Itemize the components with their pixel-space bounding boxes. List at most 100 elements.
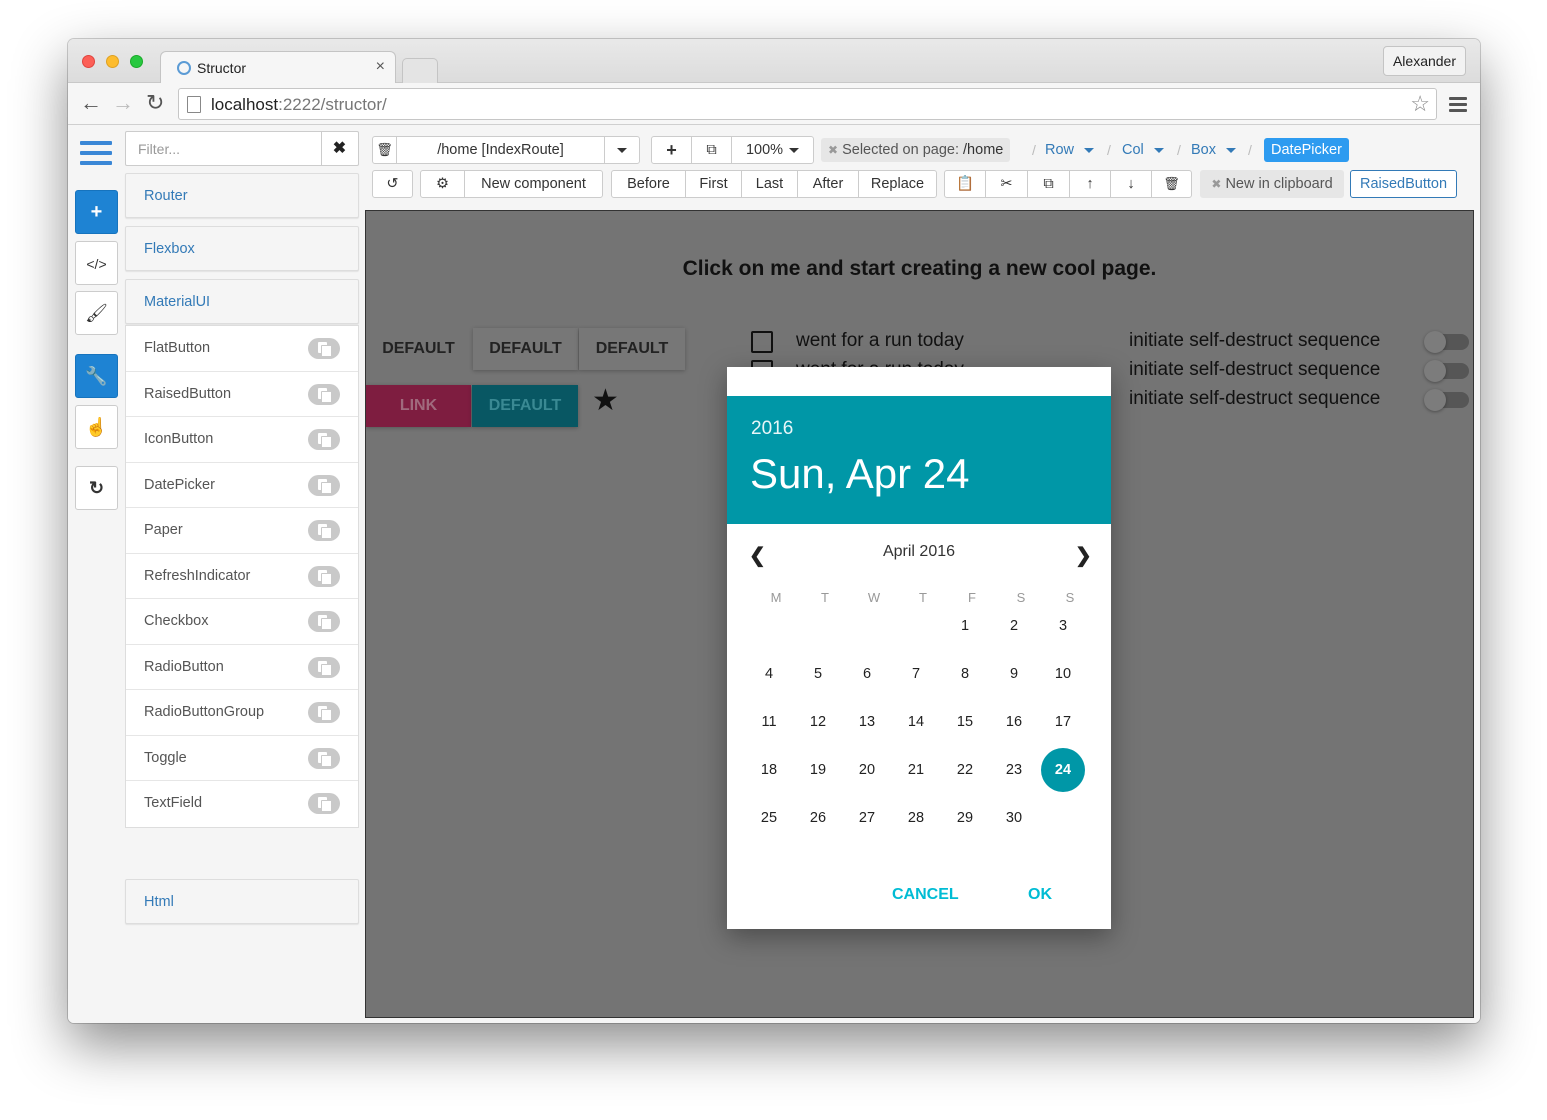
flat-button-default[interactable]: DEFAULT [366, 328, 471, 370]
copy-icon[interactable] [308, 383, 340, 405]
day-cell[interactable]: 12 [796, 700, 840, 744]
day-cell[interactable]: 20 [845, 748, 889, 792]
copy-icon[interactable] [308, 702, 340, 723]
day-cell[interactable]: 7 [894, 652, 938, 696]
zoom-dropdown[interactable]: 100% [732, 137, 813, 163]
raised-button-default[interactable]: DEFAULT [473, 328, 578, 370]
style-button[interactable]: 🖌 [75, 291, 118, 335]
day-cell[interactable]: 30 [992, 796, 1036, 840]
group-router[interactable]: Router [125, 173, 359, 218]
group-materialui[interactable]: MaterialUI [125, 279, 359, 324]
pointer-mode-button[interactable]: ☝ [75, 405, 118, 449]
component-item[interactable]: RefreshIndicator [126, 554, 358, 599]
copy-icon[interactable]: ⧉ [1028, 171, 1070, 197]
day-cell[interactable]: 18 [747, 748, 791, 792]
after-button[interactable]: After [798, 171, 859, 197]
browser-menu-icon[interactable] [1449, 97, 1467, 115]
day-cell[interactable]: 15 [943, 700, 987, 744]
breadcrumb-box[interactable]: Box [1191, 136, 1236, 164]
refresh-button[interactable]: ↻ [75, 466, 118, 510]
day-cell[interactable]: 14 [894, 700, 938, 744]
day-cell[interactable]: 13 [845, 700, 889, 744]
copy-icon[interactable] [308, 338, 340, 359]
day-cell[interactable]: 10 [1041, 652, 1085, 696]
component-item[interactable]: TextField [126, 781, 358, 827]
component-item[interactable]: IconButton [126, 417, 358, 463]
copy-icon[interactable] [308, 565, 340, 587]
day-cell[interactable]: 2 [992, 604, 1036, 648]
day-cell[interactable]: 1 [943, 604, 987, 648]
back-arrow-icon[interactable]: ← [80, 91, 102, 115]
reload-icon[interactable]: ↻ [146, 91, 164, 115]
component-item[interactable]: RaisedButton [126, 372, 358, 417]
day-cell[interactable]: 5 [796, 652, 840, 696]
day-selected[interactable]: 24 [1041, 748, 1085, 792]
breadcrumb-row[interactable]: Row [1045, 136, 1095, 164]
component-item[interactable]: RadioButtonGroup [126, 690, 358, 736]
add-page-icon[interactable]: + [652, 137, 692, 163]
code-view-button[interactable]: </> [75, 241, 118, 285]
day-cell[interactable]: 9 [992, 652, 1036, 696]
window-minimize-button[interactable] [106, 55, 119, 68]
route-dropdown-button[interactable] [605, 137, 639, 163]
close-circle-icon[interactable]: ✖ [828, 143, 838, 157]
day-cell[interactable]: 29 [943, 796, 987, 840]
component-item[interactable]: RadioButton [126, 645, 358, 690]
day-cell[interactable]: 6 [845, 652, 889, 696]
window-maximize-button[interactable] [130, 55, 143, 68]
hero-text[interactable]: Click on me and start creating a new coo… [366, 257, 1473, 281]
clear-filter-icon[interactable]: ✖ [321, 132, 358, 165]
day-cell[interactable]: 11 [747, 700, 791, 744]
hamburger-menu-icon[interactable] [80, 141, 112, 171]
tab-close-icon[interactable]: × [376, 58, 385, 76]
checkbox[interactable] [751, 331, 773, 353]
browser-tab[interactable]: Structor × [160, 51, 396, 84]
replace-button[interactable]: Replace [859, 171, 936, 197]
raised-button-default[interactable]: DEFAULT [579, 328, 685, 370]
bookmark-star-icon[interactable]: ☆ [1410, 91, 1430, 117]
undo-button[interactable]: ↺ [372, 170, 413, 198]
copy-icon[interactable] [308, 656, 340, 678]
window-close-button[interactable] [82, 55, 95, 68]
delete-trash-icon[interactable]: 🗑 [1152, 171, 1191, 197]
day-cell[interactable]: 3 [1041, 604, 1085, 648]
default-button-teal[interactable]: DEFAULT [472, 385, 578, 427]
profile-button[interactable]: Alexander [1382, 46, 1466, 76]
ok-button[interactable]: OK [1028, 886, 1052, 904]
day-cell[interactable]: 8 [943, 652, 987, 696]
day-cell[interactable]: 17 [1041, 700, 1085, 744]
toggle-thumb[interactable] [1424, 389, 1446, 411]
day-cell[interactable]: 4 [747, 652, 791, 696]
component-item[interactable]: Paper [126, 508, 358, 554]
day-cell[interactable]: 16 [992, 700, 1036, 744]
new-tab-button[interactable] [402, 58, 438, 84]
day-cell[interactable]: 26 [796, 796, 840, 840]
copy-icon[interactable] [308, 747, 340, 769]
first-button[interactable]: First [686, 171, 742, 197]
cancel-button[interactable]: CANCEL [892, 886, 959, 904]
cut-scissors-icon[interactable]: ✂ [986, 171, 1028, 197]
new-component-button[interactable]: New component [465, 171, 602, 197]
copy-icon[interactable] [308, 429, 340, 450]
copy-icon[interactable] [308, 474, 340, 496]
toggle-thumb[interactable] [1424, 360, 1446, 382]
add-component-button[interactable]: + [75, 190, 118, 234]
breadcrumb-active-datepicker[interactable]: DatePicker [1264, 138, 1349, 162]
component-item[interactable]: Toggle [126, 736, 358, 781]
star-icon[interactable]: ★ [592, 383, 619, 418]
breadcrumb-col[interactable]: Col [1122, 136, 1164, 164]
duplicate-page-icon[interactable]: ⧉ [692, 137, 732, 163]
day-cell[interactable]: 27 [845, 796, 889, 840]
url-field[interactable]: localhost:2222/structor/ ☆ [178, 88, 1437, 120]
component-item[interactable]: FlatButton [126, 326, 358, 372]
group-html[interactable]: Html [125, 879, 359, 924]
component-item[interactable]: DatePicker [126, 463, 358, 508]
paste-icon[interactable]: 📋 [945, 171, 986, 197]
day-cell[interactable]: 28 [894, 796, 938, 840]
move-down-arrow-icon[interactable]: ↓ [1111, 171, 1152, 197]
day-cell[interactable]: 22 [943, 748, 987, 792]
link-button[interactable]: LINK [366, 385, 471, 427]
tools-button[interactable]: 🔧 [75, 354, 118, 398]
clipboard-item-raisedbutton[interactable]: RaisedButton [1350, 170, 1457, 198]
delete-route-icon[interactable]: 🗑 [373, 137, 397, 163]
